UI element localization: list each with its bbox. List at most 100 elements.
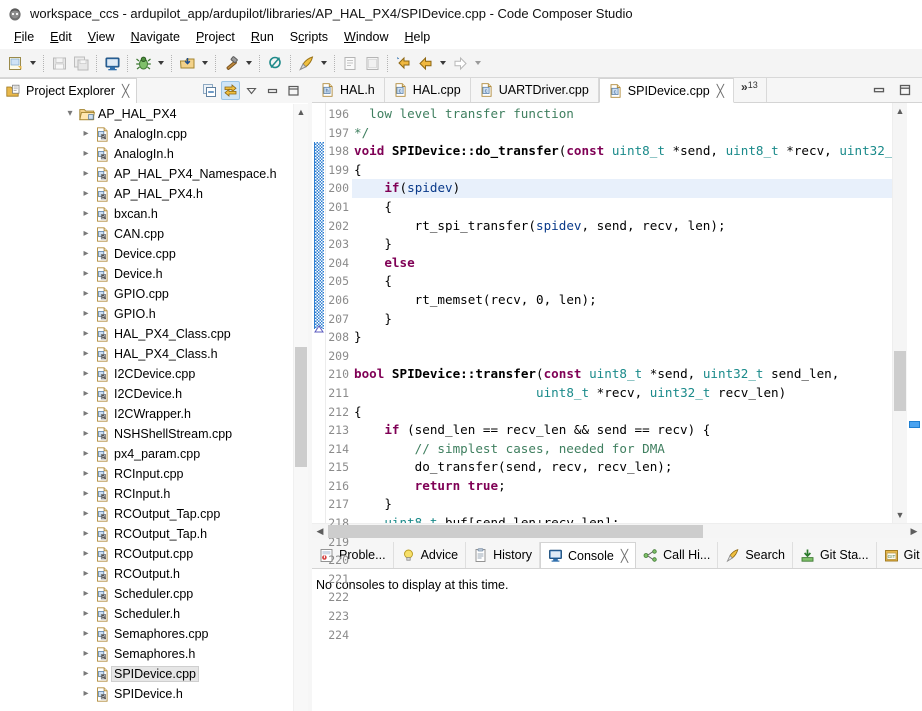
chevron-right-icon[interactable]: ▸ — [78, 609, 94, 619]
chevron-right-icon[interactable]: ▸ — [78, 549, 94, 559]
editor-overview-ruler[interactable] — [907, 103, 922, 523]
tree-item-AP_HAL_PX4_Namespace.h[interactable]: ▸ AP_HAL_PX4_Namespace.h — [0, 164, 308, 184]
scroll-down-icon[interactable]: ▼ — [893, 507, 907, 523]
tree-item-GPIO.h[interactable]: ▸ GPIO.h — [0, 304, 308, 324]
scroll-up-icon[interactable]: ▲ — [893, 103, 907, 119]
fold-collapse-icon[interactable] — [313, 321, 325, 337]
tree-item-I2CDevice.h[interactable]: ▸ I2CDevice.h — [0, 384, 308, 404]
chevron-right-icon[interactable]: ▸ — [78, 489, 94, 499]
menu-project[interactable]: Project — [188, 28, 243, 47]
import-icon[interactable] — [176, 52, 198, 74]
tree-item-Semaphores.h[interactable]: ▸ Semaphores.h — [0, 644, 308, 664]
debug-bug-icon[interactable] — [132, 52, 154, 74]
chevron-right-icon[interactable]: ▸ — [78, 669, 94, 679]
code-line[interactable]: low level transfer function — [352, 105, 892, 124]
menu-help[interactable]: Help — [397, 28, 439, 47]
chevron-right-icon[interactable]: ▸ — [78, 529, 94, 539]
launch-rocket-icon[interactable] — [295, 52, 317, 74]
editor-annotation-ruler[interactable] — [312, 103, 326, 523]
code-line[interactable]: */ — [352, 124, 892, 143]
chevron-right-icon[interactable]: ▸ — [78, 329, 94, 339]
bottom-tab-Proble[interactable]: Proble... — [312, 542, 394, 568]
maximize-editor-icon[interactable] — [898, 83, 912, 97]
scrollbar-thumb[interactable] — [295, 347, 307, 467]
maximize-view-icon[interactable] — [284, 81, 303, 100]
chevron-right-icon[interactable]: ▸ — [78, 149, 94, 159]
code-line[interactable]: if (send_len == recv_len && send == recv… — [352, 421, 892, 440]
view-menu-icon[interactable] — [242, 81, 261, 100]
tree-item-RCInput.h[interactable]: ▸ RCInput.h — [0, 484, 308, 504]
tree-item-RCOutput_Tap.h[interactable]: ▸ RCOutput_Tap.h — [0, 524, 308, 544]
hscroll-track[interactable] — [328, 524, 906, 538]
menu-run[interactable]: Run — [243, 28, 282, 47]
back-arrow-icon[interactable] — [414, 52, 436, 74]
chevron-right-icon[interactable]: ▸ — [78, 209, 94, 219]
code-line[interactable]: uint8_t buf[send_len+recv_len]; — [352, 514, 892, 523]
save-all-icon[interactable] — [70, 52, 92, 74]
chevron-right-icon[interactable]: ▸ — [78, 649, 94, 659]
tree-item-HAL_PX4_Class.cpp[interactable]: ▸ HAL_PX4_Class.cpp — [0, 324, 308, 344]
menu-window[interactable]: Window — [336, 28, 396, 47]
chevron-right-icon[interactable]: ▸ — [78, 389, 94, 399]
chevron-right-icon[interactable]: ▸ — [78, 289, 94, 299]
tree-item-bxcan.h[interactable]: ▸ bxcan.h — [0, 204, 308, 224]
code-line[interactable]: } — [352, 328, 892, 347]
tree-item-AnalogIn.h[interactable]: ▸ AnalogIn.h — [0, 144, 308, 164]
editor-tab-SPIDevice.cpp[interactable]: c SPIDevice.cpp ╳ — [598, 78, 734, 103]
editor-horizontal-scrollbar[interactable]: ◀ ▶ — [312, 523, 922, 538]
tree-item-RCOutput.cpp[interactable]: ▸ RCOutput.cpp — [0, 544, 308, 564]
tree-item-SPIDevice.cpp[interactable]: ▸ SPIDevice.cpp — [0, 664, 308, 684]
chevron-right-icon[interactable]: ▸ — [78, 429, 94, 439]
editor-tab-HAL.cpp[interactable]: c HAL.cpp — [384, 78, 471, 102]
tree-item-RCOutput.h[interactable]: ▸ RCOutput.h — [0, 564, 308, 584]
back-dropdown-arrow[interactable] — [436, 52, 449, 74]
editor-tab-overflow[interactable]: » 13 — [734, 78, 767, 102]
tree-item-HAL_PX4_Class.h[interactable]: ▸ HAL_PX4_Class.h — [0, 344, 308, 364]
code-line[interactable]: { — [352, 161, 892, 180]
code-line[interactable]: do_transfer(send, recv, recv_len); — [352, 458, 892, 477]
build-dropdown-arrow[interactable] — [242, 52, 255, 74]
chevron-right-icon[interactable]: ▸ — [78, 129, 94, 139]
tree-item-RCOutput_Tap.cpp[interactable]: ▸ RCOutput_Tap.cpp — [0, 504, 308, 524]
save-icon[interactable] — [48, 52, 70, 74]
editor-tab-HAL.h[interactable]: h HAL.h — [312, 78, 385, 102]
chevron-right-icon[interactable]: ▸ — [78, 589, 94, 599]
editor-tab-UARTDriver.cpp[interactable]: c UARTDriver.cpp — [470, 78, 599, 102]
new-icon[interactable] — [4, 52, 26, 74]
code-line[interactable]: return true; — [352, 477, 892, 496]
project-explorer-scrollbar[interactable]: ▲ — [293, 104, 308, 711]
back-to-edit-icon[interactable] — [392, 52, 414, 74]
code-line[interactable]: { — [352, 403, 892, 422]
minimize-editor-icon[interactable] — [872, 83, 886, 97]
chevron-right-icon[interactable]: ▸ — [78, 629, 94, 639]
chevron-right-icon[interactable]: ▸ — [78, 349, 94, 359]
minimize-view-icon[interactable] — [263, 81, 282, 100]
scrollbar-thumb[interactable] — [894, 351, 906, 411]
tree-item-I2CDevice.cpp[interactable]: ▸ I2CDevice.cpp — [0, 364, 308, 384]
collapse-all-icon[interactable] — [200, 81, 219, 100]
bottom-tab-History[interactable]: History — [466, 542, 540, 568]
bottom-tab-Console[interactable]: Console ╳ — [540, 542, 637, 569]
tree-item-Device.h[interactable]: ▸ Device.h — [0, 264, 308, 284]
forward-dropdown-arrow[interactable] — [471, 52, 484, 74]
tree-item-Semaphores.cpp[interactable]: ▸ Semaphores.cpp — [0, 624, 308, 644]
chevron-right-icon[interactable]: ▸ — [78, 229, 94, 239]
menu-view[interactable]: View — [80, 28, 123, 47]
code-line[interactable]: else — [352, 254, 892, 273]
code-line[interactable]: if(spidev) — [352, 179, 892, 198]
tree-item-RCInput.cpp[interactable]: ▸ RCInput.cpp — [0, 464, 308, 484]
tree-item-GPIO.cpp[interactable]: ▸ GPIO.cpp — [0, 284, 308, 304]
code-line[interactable]: rt_spi_transfer(spidev, send, recv, len)… — [352, 217, 892, 236]
code-line[interactable]: rt_memset(recv, 0, len); — [352, 291, 892, 310]
code-line[interactable]: uint8_t *recv, uint32_t recv_len) — [352, 384, 892, 403]
debug-dropdown-arrow[interactable] — [154, 52, 167, 74]
open-declaration-icon[interactable] — [339, 52, 361, 74]
code-line[interactable]: { — [352, 198, 892, 217]
tree-item-Device.cpp[interactable]: ▸ Device.cpp — [0, 244, 308, 264]
code-line[interactable]: } — [352, 495, 892, 514]
code-line[interactable]: { — [352, 272, 892, 291]
chevron-right-icon[interactable]: ▸ — [78, 189, 94, 199]
chevron-right-icon[interactable]: ▸ — [78, 409, 94, 419]
bottom-tab-GitSta[interactable]: Git Sta... — [792, 542, 877, 568]
tree-item-CAN.cpp[interactable]: ▸ CAN.cpp — [0, 224, 308, 244]
